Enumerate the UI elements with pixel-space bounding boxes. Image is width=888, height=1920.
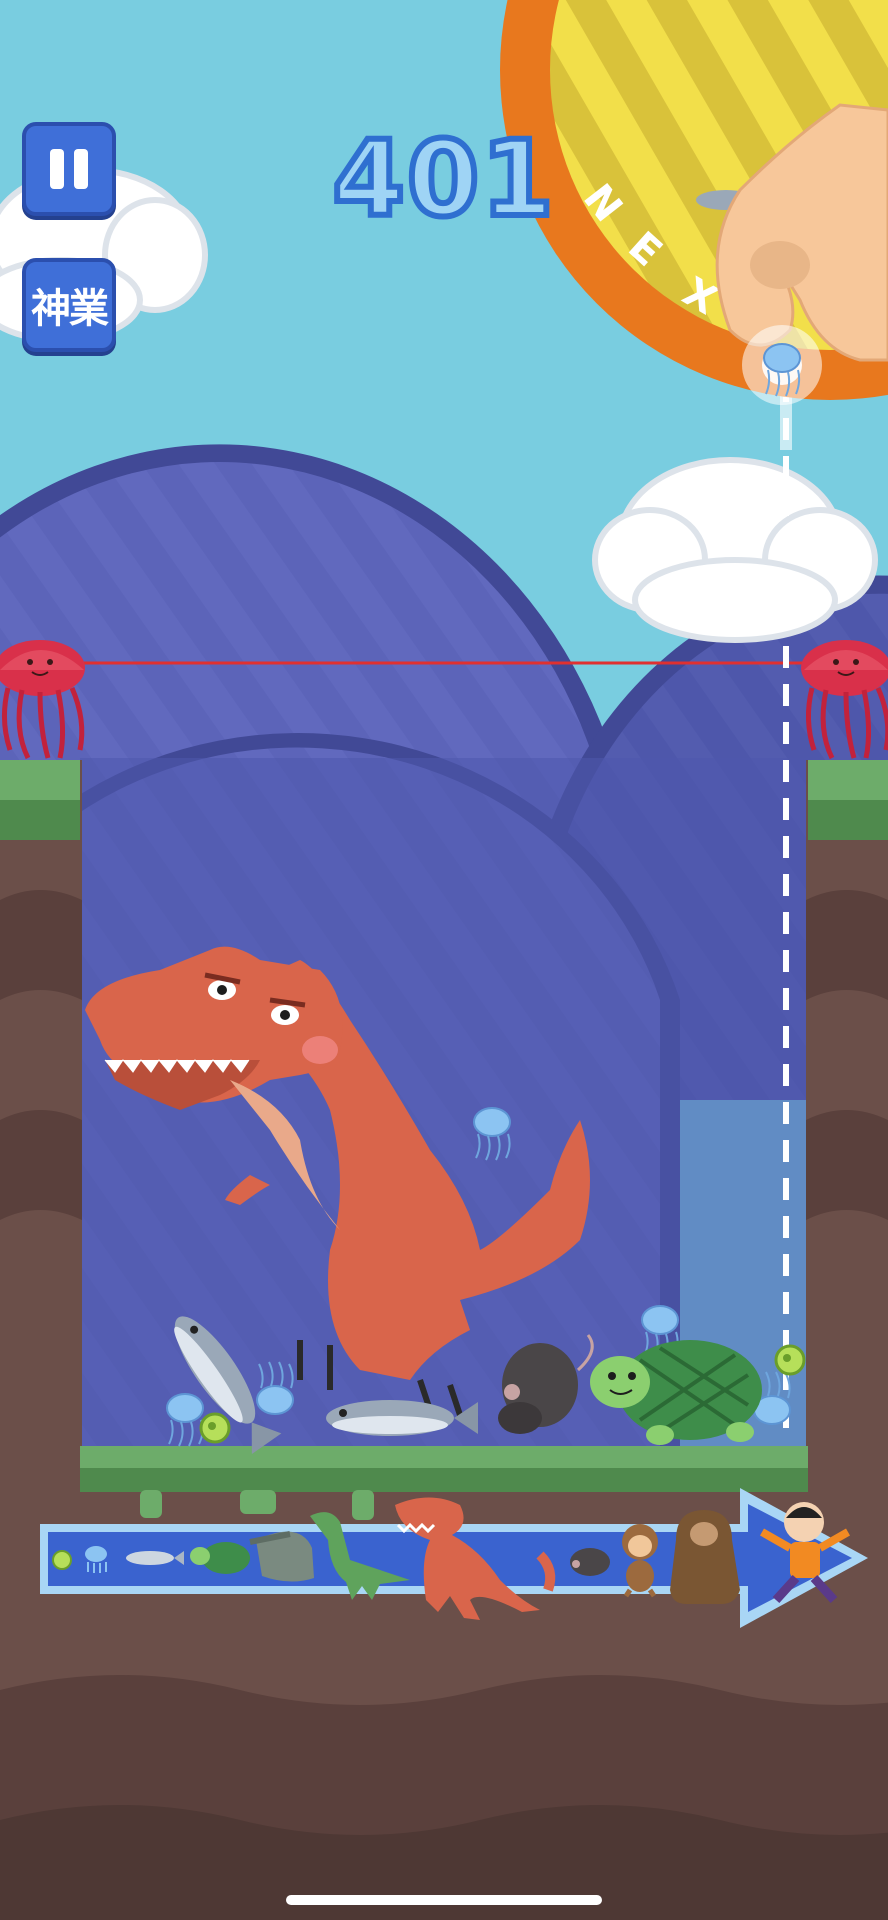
evolution-chain <box>40 1488 868 1628</box>
pea-icon <box>52 1550 72 1570</box>
home-indicator[interactable] <box>286 1895 602 1905</box>
score: 401 <box>329 115 556 243</box>
mode-label: 神業 <box>31 286 109 332</box>
rat-icon <box>570 1548 610 1576</box>
mode-button[interactable]: 神業 <box>22 258 116 352</box>
